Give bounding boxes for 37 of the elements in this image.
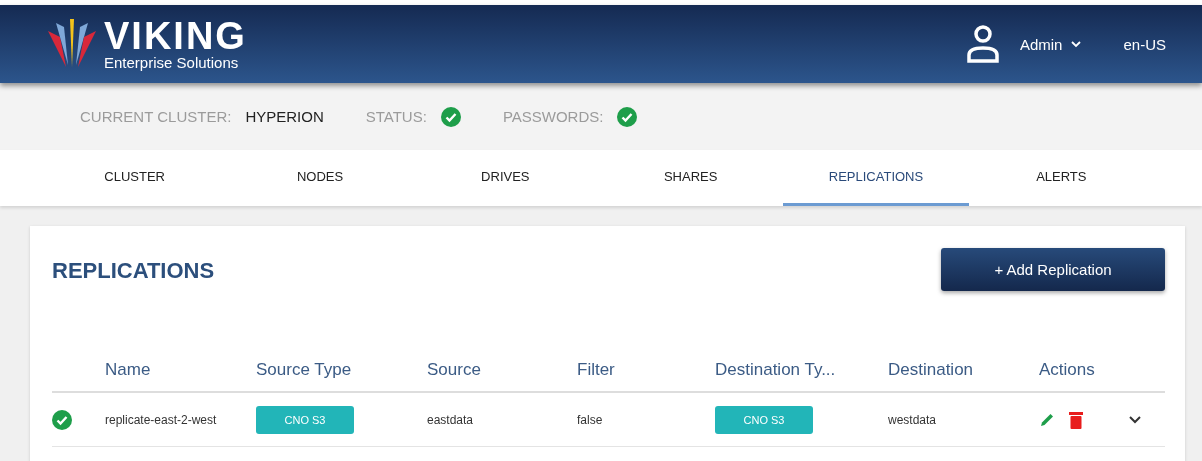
tab[interactable]: SHARES <box>598 150 784 206</box>
tab[interactable]: ALERTS <box>968 150 1154 206</box>
column-header: Destination Ty... <box>715 360 837 380</box>
user-menu[interactable]: Admin <box>1019 35 1082 53</box>
user-icon <box>965 24 1000 64</box>
chevron-down-icon <box>1129 415 1141 424</box>
chevron-down-icon <box>1071 40 1082 48</box>
edit-button[interactable] <box>1039 411 1055 428</box>
cluster-label: STATUS: <box>365 108 427 125</box>
add-replication-button[interactable]: + Add Replication <box>941 248 1165 291</box>
trash-icon <box>1069 410 1083 429</box>
cluster-label: CURRENT CLUSTER: <box>80 108 232 125</box>
column-header: Destination <box>888 360 975 380</box>
locale-menu[interactable]: en-US <box>1123 35 1166 53</box>
cluster-name: HYPERION <box>245 108 324 125</box>
column-header: Source <box>427 360 482 380</box>
table-cell-text: westdata <box>888 412 938 427</box>
column-header: Name <box>105 360 152 380</box>
brand-name: VIKING <box>104 17 247 54</box>
column-header: Actions <box>1039 360 1096 380</box>
column-header: Source Type <box>256 360 353 380</box>
type-tag: CNO S3 <box>715 405 813 434</box>
panel-title: REPLICATIONS <box>52 257 215 284</box>
tab[interactable]: NODES <box>227 150 413 206</box>
delete-button[interactable] <box>1069 410 1083 429</box>
column-header: Filter <box>577 360 616 380</box>
tab[interactable]: CLUSTER <box>42 150 228 206</box>
type-tag: CNO S3 <box>256 405 354 434</box>
table-cell-text: eastdata <box>427 412 475 427</box>
cluster-label: PASSWORDS: <box>502 108 604 125</box>
expand-button[interactable] <box>1129 415 1141 424</box>
tab[interactable]: DRIVES <box>412 150 598 206</box>
brand-tagline: Enterprise Solutions <box>104 53 240 71</box>
logo-icon <box>46 19 98 69</box>
table-cell-text: replicate-east-2-west <box>105 412 218 427</box>
table-cell-text: false <box>577 412 604 427</box>
pencil-icon <box>1039 411 1055 428</box>
